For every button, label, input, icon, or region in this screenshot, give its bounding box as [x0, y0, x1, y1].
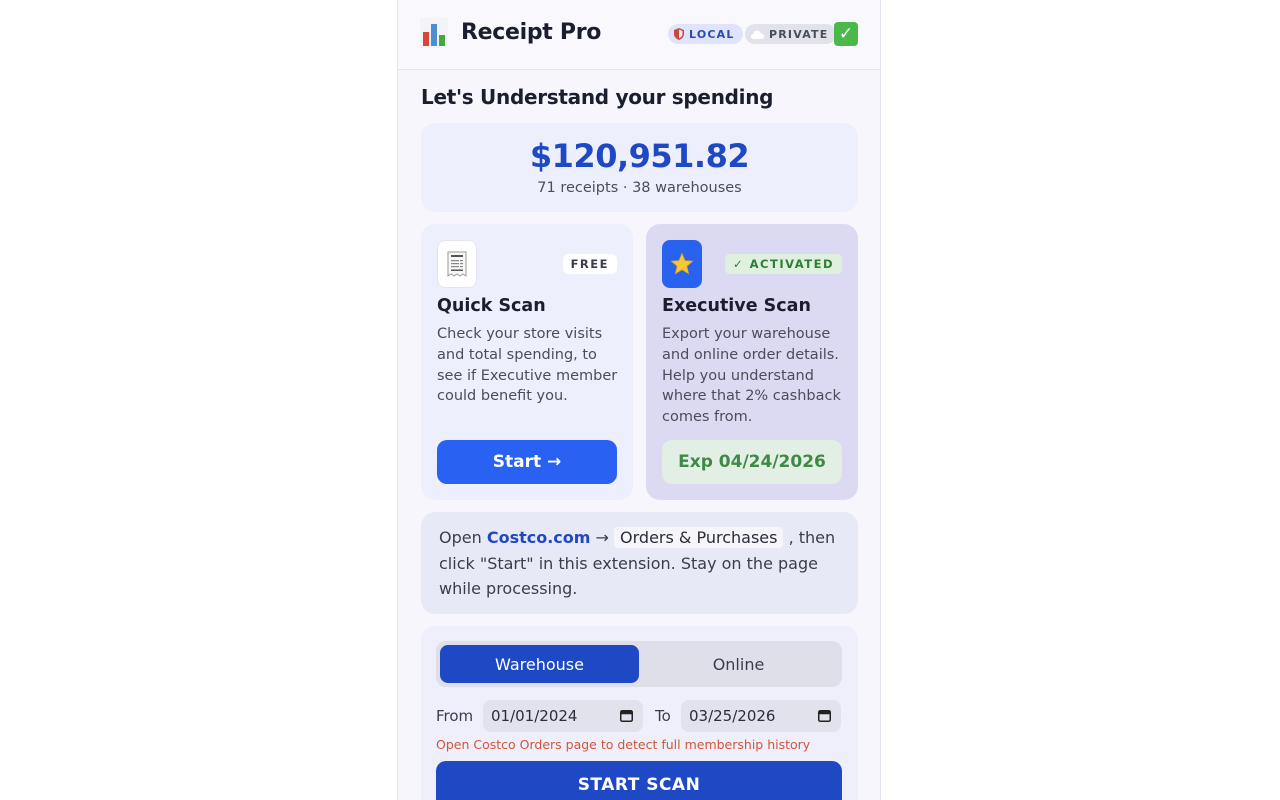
tab-online[interactable]: Online — [639, 645, 838, 683]
bar-chart-icon — [420, 18, 448, 48]
shield-icon — [674, 28, 684, 40]
start-scan-button[interactable]: START SCAN — [436, 761, 842, 800]
to-date-input[interactable]: 03/25/2026 — [681, 700, 841, 732]
scan-form: Warehouse Online From 01/01/2024 To 03/2… — [421, 626, 858, 800]
quick-scan-card: FREE Quick Scan Check your store visits … — [421, 224, 633, 500]
executive-scan-title: Executive Scan — [662, 296, 811, 316]
receipt-icon — [437, 240, 477, 288]
scan-type-toggle: Warehouse Online — [436, 641, 842, 687]
instructions: Open Costco.com → Orders & Purchases , t… — [421, 512, 858, 614]
spending-summary: $120,951.82 71 receipts · 38 warehouses — [421, 123, 858, 212]
local-badge: LOCAL — [668, 24, 743, 44]
extension-popup: Receipt Pro LOCAL PRIVATE ✓ Let's Unders… — [397, 0, 881, 800]
tab-warehouse[interactable]: Warehouse — [440, 645, 639, 683]
from-label: From — [436, 707, 474, 725]
quick-scan-description: Check your store visits and total spendi… — [437, 326, 618, 405]
free-badge: FREE — [562, 254, 617, 274]
calendar-icon[interactable] — [818, 709, 831, 722]
orders-purchases-chip: Orders & Purchases — [614, 527, 784, 548]
from-date-value: 01/01/2024 — [491, 707, 578, 725]
total-spending: $120,951.82 — [529, 137, 750, 175]
private-badge-label: PRIVATE — [769, 27, 829, 41]
instructions-open: Open — [439, 528, 487, 547]
app-title: Receipt Pro — [461, 20, 602, 45]
costco-link[interactable]: Costco.com — [487, 528, 591, 547]
to-date-value: 03/25/2026 — [689, 707, 776, 725]
check-mark-icon: ✓ — [834, 22, 858, 46]
cloud-icon — [751, 30, 764, 39]
calendar-icon[interactable] — [620, 709, 633, 722]
header: Receipt Pro LOCAL PRIVATE ✓ — [398, 0, 880, 70]
executive-scan-card: ✓ ACTIVATED Executive Scan Export your w… — [646, 224, 858, 500]
expiry-date: Exp 04/24/2026 — [662, 440, 842, 484]
activated-badge: ✓ ACTIVATED — [725, 254, 842, 274]
from-date-input[interactable]: 01/01/2024 — [483, 700, 643, 732]
star-icon — [662, 240, 702, 288]
to-label: To — [655, 707, 671, 725]
summary-subtitle: 71 receipts · 38 warehouses — [537, 180, 742, 196]
quick-scan-title: Quick Scan — [437, 296, 546, 316]
local-badge-label: LOCAL — [689, 27, 735, 41]
instructions-arrow: → — [590, 528, 615, 547]
start-button[interactable]: Start → — [437, 440, 617, 484]
executive-scan-description: Export your warehouse and online order d… — [662, 326, 841, 426]
private-badge: PRIVATE — [745, 24, 837, 44]
page-title: Let's Understand your spending — [421, 85, 774, 109]
membership-warning: Open Costco Orders page to detect full m… — [436, 737, 811, 752]
